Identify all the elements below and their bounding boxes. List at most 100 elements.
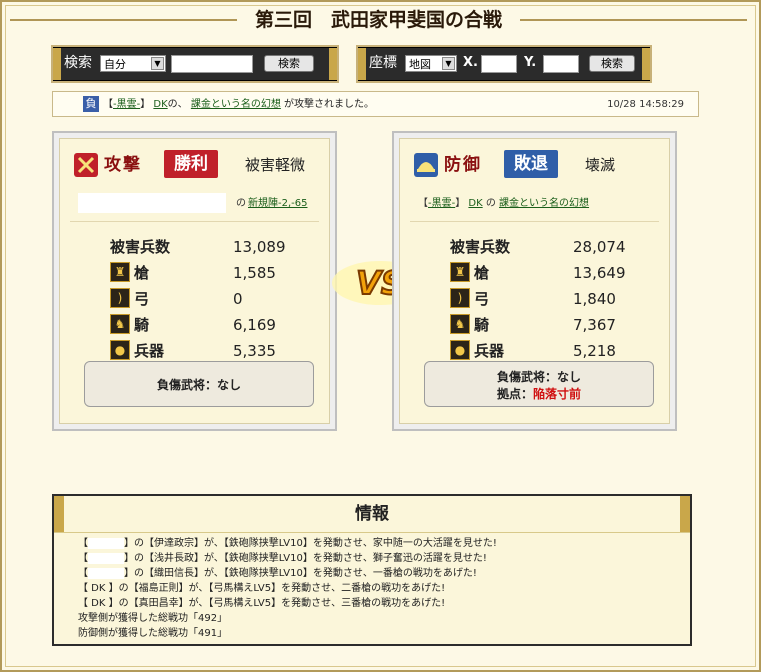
troop-value: 5,218 — [573, 342, 616, 360]
defense-troop-row: ) 弓 1,840 — [400, 287, 669, 311]
base-status: 拠点：陥落寸前 — [425, 385, 653, 402]
defense-panel-inner: 防御 敗退 壊滅 【-黒雲-】 DK の 課金という名の幻想 被害兵数 28,0… — [399, 138, 670, 424]
log-line: 【 DK 】の【福島正則】が、【弓馬構えLV5】を発動させ、二番槍の戦功をあげた… — [78, 581, 497, 596]
redacted-name — [88, 537, 124, 549]
siege-icon: ● — [450, 340, 470, 360]
search-target-select[interactable]: 自分 ▼ — [100, 55, 166, 72]
troop-value: 5,335 — [233, 342, 276, 360]
troop-label: 騎 — [134, 316, 150, 334]
info-title: 情報 — [54, 496, 690, 533]
attack-panel-inner: 攻撃 勝利 被害軽微 の 新規陣-2,-65 被害兵数 13,089 ♜ 槍 1… — [59, 138, 330, 424]
bow-icon: ) — [450, 288, 470, 308]
defense-total-value: 28,074 — [573, 238, 626, 256]
attacker-of: の — [236, 198, 246, 209]
bracket-close: 】 — [140, 99, 151, 110]
player-link[interactable]: DK — [153, 99, 167, 110]
defense-role-label: 防御 — [444, 155, 482, 175]
info-title-text: 情報 — [355, 504, 389, 524]
attack-role-label: 攻撃 — [104, 155, 142, 175]
defender-location-link[interactable]: 課金という名の幻想 — [499, 198, 589, 209]
search-input[interactable] — [171, 55, 253, 73]
attack-troop-row: ) 弓 0 — [60, 287, 329, 311]
defender-player-link[interactable]: DK — [468, 198, 482, 209]
troop-value: 0 — [233, 290, 243, 308]
troop-label: 兵器 — [134, 342, 165, 360]
notice-text: 【-黒雲-】 DKの、 課金という名の幻想 が攻撃されました。 — [103, 97, 374, 113]
bracket-open: 【 — [418, 198, 428, 209]
attack-total-merit: 攻撃側が獲得した総戦功「492」 — [78, 613, 228, 624]
log-prefix: 【 — [78, 568, 88, 579]
log-text: 】の【浅井長政】が、【鉄砲隊挟撃LV10】を発動させ、獅子奮迅の活躍を見せた! — [124, 553, 487, 564]
log-prefix: 【 DK 】 — [78, 583, 119, 594]
log-prefix: 【 — [78, 538, 88, 549]
log-line: 攻撃側が獲得した総戦功「492」 — [78, 611, 497, 626]
y-coordinate-input[interactable] — [543, 55, 579, 73]
attack-wounded-box: 負傷武将：なし — [84, 361, 314, 407]
defense-troop-row: ♞ 騎 7,367 — [400, 313, 669, 337]
troop-value: 1,840 — [573, 290, 616, 308]
troop-label: 弓 — [474, 290, 490, 308]
defense-troop-row: ♜ 槍 13,649 — [400, 261, 669, 285]
defense-result-badge: 敗退 — [504, 150, 558, 178]
search-label: 検索 — [64, 55, 92, 71]
coordinate-search-bar: 座標 地図 ▼ X. Y. 検索 — [358, 47, 650, 81]
log-line: 【 】の【伊達政宗】が、【鉄砲隊挟撃LV10】を発動させ、家中随一の大活躍を見せた… — [78, 536, 497, 551]
attack-wounded-text: 負傷武将：なし — [156, 378, 241, 392]
defender-of: の — [485, 198, 496, 209]
x-coordinate-input[interactable] — [481, 55, 517, 73]
attack-separator — [70, 221, 319, 222]
log-line: 【 】の【浅井長政】が、【鉄砲隊挟撃LV10】を発動させ、獅子奮迅の活躍を見せた! — [78, 551, 497, 566]
coord-bar-right-edge — [642, 48, 650, 80]
redacted-name — [88, 552, 124, 564]
notice-timestamp: 10/28 14:58:29 — [607, 99, 684, 110]
attack-troop-row: ● 兵器 5,335 — [60, 339, 329, 363]
bracket-open: 【 — [103, 99, 113, 110]
troop-label: 弓 — [134, 290, 150, 308]
search-button[interactable]: 検索 — [264, 55, 314, 72]
defense-separator — [410, 221, 659, 222]
log-line: 【 DK 】の【真田昌幸】が、【弓馬構えLV5】を発動させ、三番槍の戦功をあげた… — [78, 596, 497, 611]
log-prefix: 【 DK 】 — [78, 598, 119, 609]
coordinate-search-button[interactable]: 検索 — [589, 55, 635, 72]
troop-value: 13,649 — [573, 264, 626, 282]
troop-value: 1,585 — [233, 264, 276, 282]
alliance-link[interactable]: -黒雲- — [113, 99, 140, 110]
search-bar-right-edge — [329, 48, 337, 80]
notice-suffix: が攻撃されました。 — [284, 99, 375, 110]
defense-panel: 防御 敗退 壊滅 【-黒雲-】 DK の 課金という名の幻想 被害兵数 28,0… — [392, 131, 677, 431]
spear-icon: ♜ — [110, 262, 130, 282]
log-line: 防御側が獲得した総戦功「491」 — [78, 626, 497, 641]
attack-total-label: 被害兵数 — [110, 238, 171, 256]
log-prefix: 【 — [78, 553, 88, 564]
troop-value: 6,169 — [233, 316, 276, 334]
defeat-badge: 負 — [83, 96, 99, 112]
siege-icon: ● — [110, 340, 130, 360]
defender-alliance-link[interactable]: -黒雲- — [428, 198, 455, 209]
coord-bar-left-edge — [358, 48, 366, 80]
search-target-value: 自分 — [104, 58, 126, 71]
map-select[interactable]: 地図 ▼ — [405, 55, 457, 72]
attack-troop-row: ♞ 騎 6,169 — [60, 313, 329, 337]
defense-wounded-box: 負傷武将：なし 拠点：陥落寸前 — [424, 361, 654, 407]
troop-label: 騎 — [474, 316, 490, 334]
horse-icon: ♞ — [450, 314, 470, 334]
chevron-down-icon: ▼ — [442, 57, 455, 70]
search-bar-left-edge — [53, 48, 61, 80]
log-line: 【 】の【織田信長】が、【鉄砲隊挟撃LV10】を発動させ、一番槍の戦功をあげた! — [78, 566, 497, 581]
log-text: 】の【織田信長】が、【鉄砲隊挟撃LV10】を発動させ、一番槍の戦功をあげた! — [124, 568, 477, 579]
troop-label: 兵器 — [474, 342, 505, 360]
attack-result-badge: 勝利 — [164, 150, 218, 178]
notice-mid: の、 — [167, 99, 188, 110]
log-text: の【真田昌幸】が、【弓馬構えLV5】を発動させ、三番槍の戦功をあげた! — [118, 598, 446, 609]
attacker-location-link[interactable]: 新規陣-2,-65 — [248, 197, 307, 211]
defense-damage-status: 壊滅 — [585, 156, 616, 174]
target-link[interactable]: 課金という名の幻想 — [191, 99, 281, 110]
battle-notice: 負 【-黒雲-】 DKの、 課金という名の幻想 が攻撃されました。 10/28 … — [52, 91, 699, 117]
attack-damage-status: 被害軽微 — [245, 156, 306, 174]
attack-total-row: 被害兵数 13,089 — [60, 235, 329, 259]
bow-icon: ) — [110, 288, 130, 308]
base-label: 拠点： — [496, 387, 533, 401]
attack-panel: 攻撃 勝利 被害軽微 の 新規陣-2,-65 被害兵数 13,089 ♜ 槍 1… — [52, 131, 337, 431]
attack-troop-row: ♜ 槍 1,585 — [60, 261, 329, 285]
title-bar: 第三回 武田家甲斐国の合戦 — [10, 6, 747, 36]
